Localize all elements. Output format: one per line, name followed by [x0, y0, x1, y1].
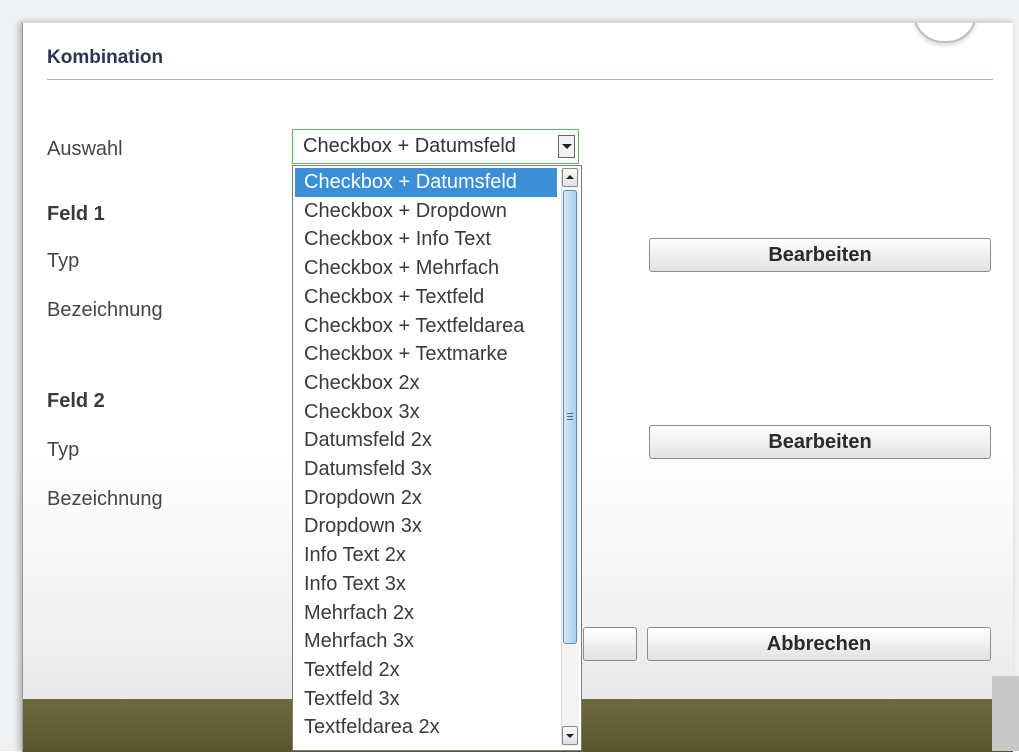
scroll-up-icon[interactable] — [562, 168, 578, 187]
dropdown-option[interactable]: Dropdown 3x — [295, 512, 557, 541]
dropdown-option[interactable]: Textfeldarea 2x — [295, 713, 557, 742]
dropdown-option[interactable]: Info Text 3x — [295, 570, 557, 599]
dropdown-option[interactable]: Checkbox 2x — [295, 369, 557, 398]
dropdown-option[interactable]: Textfeld 2x — [295, 656, 557, 685]
dropdown-scrollbar[interactable] — [561, 168, 579, 746]
dropdown-option[interactable]: Info Text 2x — [295, 541, 557, 570]
title-divider — [47, 79, 993, 80]
dropdown-option[interactable]: Checkbox + Dropdown — [295, 197, 557, 226]
auswahl-select[interactable]: Checkbox + Datumsfeld — [292, 129, 579, 164]
dialog-title: Kombination — [47, 47, 164, 68]
feld2-heading: Feld 2 — [47, 390, 105, 412]
grip-icon — [567, 413, 573, 422]
auswahl-select-value: Checkbox + Datumsfeld — [303, 135, 516, 157]
feld1-edit-button[interactable]: Bearbeiten — [649, 238, 991, 272]
dropdown-option[interactable]: Mehrfach 2x — [295, 599, 557, 628]
window-edge — [992, 676, 1019, 751]
chevron-down-icon[interactable] — [558, 135, 575, 158]
dropdown-option[interactable]: Checkbox + Textmarke — [295, 340, 557, 369]
cancel-button[interactable]: Abbrechen — [647, 627, 991, 661]
ok-button[interactable] — [583, 627, 637, 661]
scroll-down-icon[interactable] — [562, 726, 578, 745]
dropdown-option[interactable]: Dropdown 2x — [295, 484, 557, 513]
feld1-bezeichnung-label: Bezeichnung — [47, 299, 163, 321]
dropdown-option[interactable]: Checkbox + Textfeldarea — [295, 312, 557, 341]
dropdown-option[interactable]: Datumsfeld 3x — [295, 455, 557, 484]
corner-decoration — [913, 23, 977, 43]
feld1-heading: Feld 1 — [47, 203, 105, 225]
dropdown-option[interactable]: Checkbox 3x — [295, 398, 557, 427]
feld2-typ-label: Typ — [47, 439, 80, 461]
auswahl-label: Auswahl — [47, 138, 123, 160]
scrollbar-thumb[interactable] — [563, 190, 577, 644]
dropdown-option[interactable]: Checkbox + Textfeld — [295, 283, 557, 312]
feld1-typ-label: Typ — [47, 250, 80, 272]
dropdown-option[interactable]: Checkbox + Info Text — [295, 225, 557, 254]
dropdown-option[interactable]: Textfeld 3x — [295, 685, 557, 714]
dropdown-option[interactable]: Mehrfach 3x — [295, 627, 557, 656]
feld2-bezeichnung-label: Bezeichnung — [47, 488, 163, 510]
feld2-edit-button[interactable]: Bearbeiten — [649, 425, 991, 459]
dropdown-option[interactable]: Checkbox + Datumsfeld — [295, 168, 557, 197]
auswahl-dropdown-list[interactable]: Checkbox + Datumsfeld Checkbox + Dropdown… — [292, 165, 582, 751]
dropdown-option[interactable]: Checkbox + Mehrfach — [295, 254, 557, 283]
dropdown-option[interactable]: Datumsfeld 2x — [295, 426, 557, 455]
